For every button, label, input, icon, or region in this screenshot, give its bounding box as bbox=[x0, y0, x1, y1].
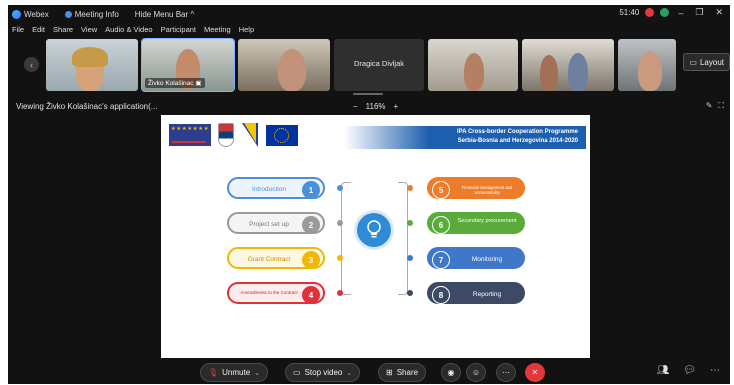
minimize-icon[interactable]: – bbox=[675, 8, 686, 18]
recording-status-icon[interactable] bbox=[645, 8, 655, 17]
smiley-icon: ☺ bbox=[471, 368, 481, 377]
close-icon[interactable]: ✕ bbox=[712, 7, 726, 18]
more-panels-icon[interactable]: ⋯ bbox=[710, 365, 720, 376]
serbia-coat-of-arms-icon bbox=[218, 123, 234, 147]
participant-video-5 bbox=[464, 53, 484, 91]
participant-tile-2[interactable]: Živko Kolašinac ▣ bbox=[141, 38, 235, 92]
participant-tile-7[interactable] bbox=[618, 39, 676, 91]
menu-participant[interactable]: Participant bbox=[161, 25, 196, 37]
menu-share[interactable]: Share bbox=[53, 25, 73, 37]
more-icon: ⋯ bbox=[502, 368, 510, 377]
meeting-info-label: Meeting Info bbox=[74, 9, 119, 19]
reactions-button[interactable]: ☺ bbox=[466, 363, 486, 382]
programme-banner: IPA Cross-border Cooperation Programme S… bbox=[344, 126, 586, 149]
bosnia-flag-icon bbox=[242, 123, 258, 147]
app-title: Webex bbox=[8, 9, 49, 19]
step-3-grant-contract: Grant Contract 3 bbox=[227, 247, 325, 269]
camera-icon: ▭ bbox=[293, 368, 301, 377]
close-icon: ✕ bbox=[531, 368, 539, 377]
restore-icon[interactable]: ❐ bbox=[692, 7, 706, 18]
meeting-controls: 🎙︎ Unmute ⌄ ▭ Stop video ⌄ ⊞ Share ◉ ☺ ⋯… bbox=[8, 361, 730, 384]
participant-tile-4[interactable]: Dragica Divljak bbox=[334, 39, 424, 91]
connection-status-icon[interactable] bbox=[660, 8, 670, 17]
meeting-timer: 51:40 bbox=[619, 8, 640, 17]
chevron-down-icon[interactable]: ⌄ bbox=[346, 369, 352, 377]
menu-help[interactable]: Help bbox=[239, 25, 254, 37]
stop-video-button[interactable]: ▭ Stop video ⌄ bbox=[285, 363, 361, 382]
participant-video-3 bbox=[278, 49, 306, 91]
participant-name-2: Živko Kolašinac ▣ bbox=[145, 78, 205, 88]
zoom-in-button[interactable]: + bbox=[394, 102, 399, 111]
more-options-button[interactable]: ⋯ bbox=[496, 363, 516, 382]
layout-label: Layout bbox=[699, 57, 724, 67]
share-icon: ⊞ bbox=[386, 368, 393, 377]
participant-tile-3[interactable] bbox=[238, 39, 330, 91]
strip-prev-button[interactable]: ‹ bbox=[24, 57, 39, 72]
participants-icon[interactable]: 👥︎ bbox=[657, 365, 670, 376]
hide-menu-bar-label: Hide Menu Bar ^ bbox=[134, 9, 195, 19]
layout-button[interactable]: ▭ Layout bbox=[683, 53, 730, 71]
strip-resize-handle[interactable] bbox=[353, 93, 383, 95]
step-6-secondary-procurement: 6 Secondary procurement bbox=[427, 212, 525, 234]
participant-video-strip: ‹ Živko Kolašinac ▣ Dragica Divljak ▭ La… bbox=[8, 38, 730, 93]
programme-subtitle: Serbia-Bosnia and Herzegovina 2014-2020 bbox=[457, 138, 578, 144]
participant-tile-6[interactable] bbox=[522, 39, 614, 91]
annotate-icon[interactable]: ✎ bbox=[706, 101, 713, 111]
participant-tile-1[interactable] bbox=[46, 39, 138, 91]
programme-title: IPA Cross-border Cooperation Programme bbox=[456, 129, 578, 135]
unmute-button[interactable]: 🎙︎ Unmute ⌄ bbox=[200, 363, 269, 382]
webex-logo-icon bbox=[12, 9, 21, 19]
participant-video-6b bbox=[568, 53, 588, 91]
shared-slide: ★★★★★★★★★★ IPA Cross-border Cooperation … bbox=[161, 115, 590, 358]
share-tools: ✎ ⛶ bbox=[706, 101, 724, 111]
participant-video-6a bbox=[540, 55, 558, 91]
menu-file[interactable]: File bbox=[12, 25, 24, 37]
menu-view[interactable]: View bbox=[81, 25, 97, 37]
step-2-project-set-up: Project set up 2 bbox=[227, 212, 325, 234]
share-button[interactable]: ⊞ Share bbox=[378, 363, 427, 382]
stop-video-label: Stop video bbox=[304, 368, 343, 377]
zoom-level: 116% bbox=[365, 102, 386, 111]
microphone-muted-icon: 🎙︎ bbox=[208, 368, 219, 377]
zoom-controls: − 116% + bbox=[353, 102, 398, 111]
cbc-logo: ★★★★★★★★★★ bbox=[169, 124, 211, 146]
eu-flag-icon bbox=[266, 125, 298, 146]
fullscreen-icon[interactable]: ⛶ bbox=[718, 101, 724, 111]
share-label: Share bbox=[396, 368, 419, 377]
info-icon bbox=[64, 10, 72, 18]
lightbulb-icon bbox=[357, 213, 391, 247]
menu-bar: File Edit Share View Audio & Video Parti… bbox=[8, 25, 254, 37]
step-1-introduction: Introduction 1 bbox=[227, 177, 325, 199]
viewing-label: Viewing Živko Kolašinac's application(..… bbox=[16, 102, 158, 111]
chevron-down-icon[interactable]: ⌄ bbox=[254, 369, 260, 377]
step-7-monitoring: 7 Monitoring bbox=[427, 247, 525, 269]
participant-tile-5[interactable] bbox=[428, 39, 518, 91]
chat-icon[interactable]: 💬︎ bbox=[683, 365, 696, 376]
title-bar-right: 51:40 – ❐ ✕ bbox=[619, 7, 726, 18]
record-icon: ◉ bbox=[447, 368, 455, 377]
unmute-label: Unmute bbox=[222, 368, 251, 377]
step-4-amendments: Amendments to the Contract 4 bbox=[227, 282, 325, 304]
record-button[interactable]: ◉ bbox=[441, 363, 461, 382]
step-8-reporting: 8 Reporting bbox=[427, 282, 525, 304]
step-5-financial-management: 5 Financial management and accountabilit… bbox=[427, 177, 525, 199]
hide-menu-bar-button[interactable]: Hide Menu Bar ^ bbox=[135, 10, 194, 19]
menu-meeting[interactable]: Meeting bbox=[204, 25, 231, 37]
screen-share-icon: ▣ bbox=[195, 80, 202, 87]
title-bar: Webex Meeting Info Hide Menu Bar ^ 51:40… bbox=[8, 5, 730, 23]
participant-name-4: Dragica Divljak bbox=[353, 59, 404, 68]
layout-icon: ▭ bbox=[689, 57, 697, 67]
chevron-left-icon: ‹ bbox=[30, 59, 33, 70]
panel-buttons: 👥︎ 💬︎ ⋯ bbox=[657, 365, 720, 376]
webex-window: Webex Meeting Info Hide Menu Bar ^ 51:40… bbox=[8, 5, 730, 384]
participant-hair-1 bbox=[72, 47, 108, 67]
leave-meeting-button[interactable]: ✕ bbox=[525, 363, 545, 382]
meeting-info-button[interactable]: Meeting Info bbox=[64, 9, 119, 19]
share-header: Viewing Živko Kolašinac's application(..… bbox=[8, 99, 730, 115]
menu-audio-video[interactable]: Audio & Video bbox=[105, 25, 152, 37]
participant-video-7 bbox=[638, 51, 662, 91]
app-name: Webex bbox=[24, 9, 49, 19]
zoom-out-button[interactable]: − bbox=[353, 102, 358, 111]
menu-edit[interactable]: Edit bbox=[32, 25, 45, 37]
